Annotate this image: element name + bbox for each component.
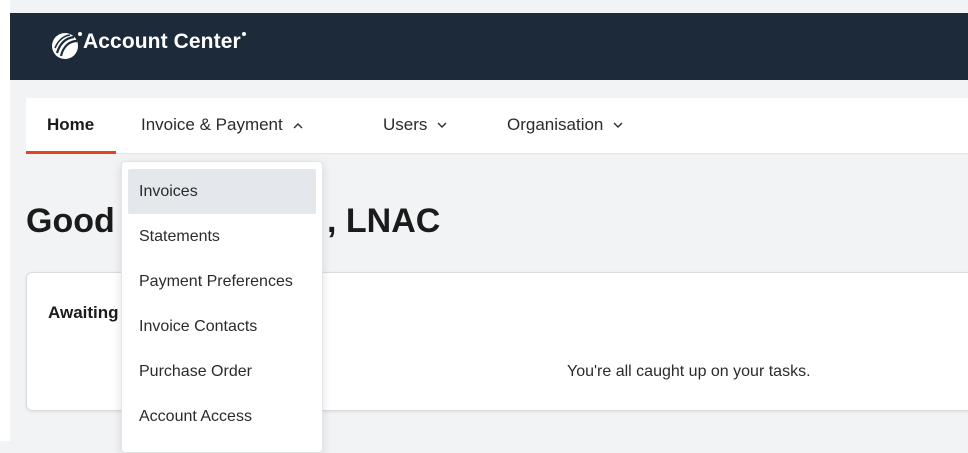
tasks-card-title: Awaiting — [48, 303, 119, 322]
menu-item-label: Purchase Order — [139, 363, 252, 380]
menu-item-invoices[interactable]: Invoices — [128, 169, 316, 214]
nav-home[interactable]: Home — [47, 98, 94, 153]
menu-item-payment-preferences[interactable]: Payment Preferences — [128, 259, 316, 304]
brand-mark-dot — [78, 32, 82, 36]
chevron-up-icon — [293, 123, 303, 129]
menu-item-label: Invoice Contacts — [139, 318, 258, 335]
app-header: Account Center — [10, 13, 968, 80]
brand-logo-icon — [52, 33, 78, 59]
nav-users-label: Users — [383, 115, 428, 134]
nav-users[interactable]: Users — [383, 98, 447, 153]
menu-item-invoice-contacts[interactable]: Invoice Contacts — [128, 304, 316, 349]
nav-home-label: Home — [47, 115, 95, 134]
menu-item-account-access[interactable]: Account Access — [128, 394, 316, 439]
chevron-down-icon — [437, 122, 447, 129]
nav-organisation[interactable]: Organisation — [507, 98, 623, 153]
menu-item-statements[interactable]: Statements — [128, 214, 316, 259]
menu-item-label: Account Access — [139, 408, 252, 425]
app-title[interactable]: Account Center — [83, 30, 246, 54]
active-tab-indicator — [26, 151, 116, 154]
menu-item-label: Statements — [139, 228, 220, 245]
chevron-down-icon — [613, 122, 623, 129]
invoice-payment-menu: Invoices Statements Payment Preferences … — [121, 161, 323, 453]
greeting-prefix: Good — [26, 202, 115, 240]
menu-item-label: Invoices — [139, 183, 198, 200]
greeting-suffix: , LNAC — [327, 202, 441, 240]
nav-organisation-label: Organisation — [507, 115, 604, 134]
main-nav: Home Invoice & Payment Users Organisatio… — [26, 98, 968, 154]
tasks-empty-message: You're all caught up on your tasks. — [567, 363, 811, 380]
menu-item-purchase-order[interactable]: Purchase Order — [128, 349, 316, 394]
nav-invoice-payment[interactable]: Invoice & Payment — [141, 98, 303, 153]
left-margin — [0, 0, 10, 441]
menu-item-label: Payment Preferences — [139, 273, 293, 290]
nav-invoice-payment-label: Invoice & Payment — [141, 115, 283, 134]
